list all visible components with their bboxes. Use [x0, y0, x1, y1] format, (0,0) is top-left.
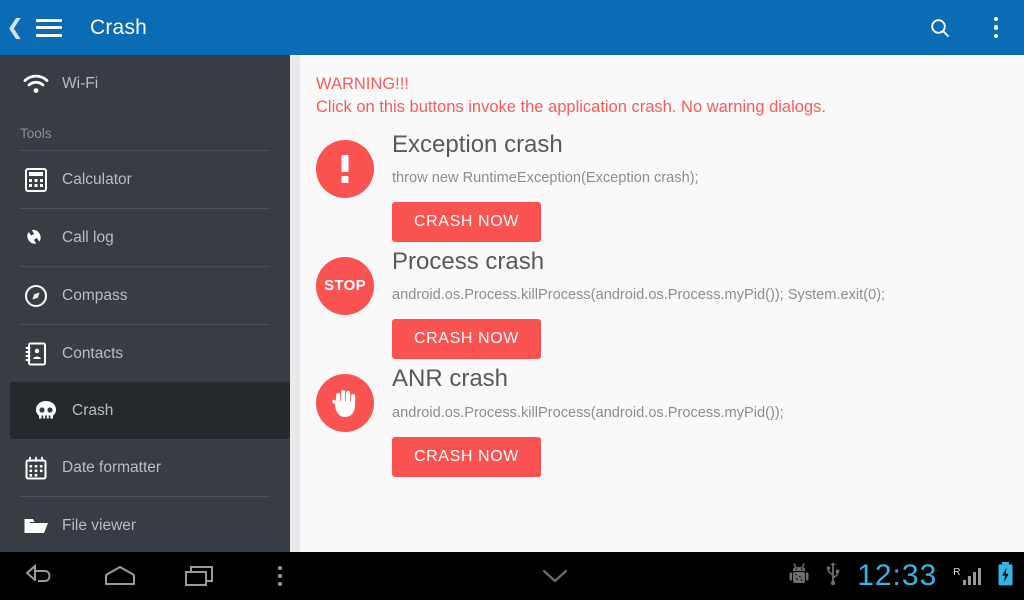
crash-item: Exception crash throw new RuntimeExcepti… [316, 130, 1024, 242]
sidebar-item-file-viewer[interactable]: File viewer [0, 497, 290, 552]
crash-title: Exception crash [392, 130, 563, 158]
system-navigation-bar: 12:33 R [0, 552, 1024, 600]
contacts-book-icon [10, 342, 62, 366]
calculator-icon [10, 167, 62, 192]
action-bar: ❮ Crash [0, 0, 1024, 55]
sidebar-item-calculator[interactable]: Calculator [0, 151, 290, 208]
home-icon[interactable] [80, 552, 160, 600]
crash-item: ANR crash android.os.Process.killProcess… [316, 365, 1024, 477]
wifi-icon [10, 73, 62, 95]
crash-title: Process crash [392, 247, 545, 275]
sidebar-item-label: Crash [72, 401, 114, 419]
calendar-icon [10, 456, 62, 480]
status-clock: 12:33 [857, 559, 938, 592]
sidebar-item-label: Contacts [62, 344, 124, 362]
phone-icon [10, 226, 62, 250]
sidebar-item-label: File viewer [62, 516, 137, 534]
chevron-down-icon[interactable] [515, 552, 595, 600]
crash-code: android.os.Process.killProcess(android.o… [392, 404, 784, 421]
warning-title: WARNING!!! [316, 75, 409, 93]
crash-now-button[interactable]: CRASH NOW [392, 201, 541, 242]
warning-text: Click on this buttons invoke the applica… [316, 97, 826, 116]
roaming-label: R [953, 567, 961, 578]
navbar-overflow-menu-icon[interactable] [240, 552, 320, 600]
hamburger-menu-icon[interactable] [26, 0, 72, 55]
skull-icon [20, 399, 72, 423]
crash-list: Exception crash throw new RuntimeExcepti… [316, 130, 1024, 477]
crash-now-button[interactable]: CRASH NOW [392, 319, 541, 360]
chevron-left-icon[interactable]: ❮ [4, 17, 26, 38]
sidebar-item-label: Date formatter [62, 458, 162, 476]
navigation-drawer: Wi-Fi Tools Calculator Call log Compass … [0, 55, 290, 552]
sidebar-item-crash[interactable]: Crash [10, 382, 290, 439]
sidebar-item-wifi[interactable]: Wi-Fi [0, 55, 290, 112]
folder-icon [10, 515, 62, 537]
search-icon[interactable] [912, 0, 968, 55]
crash-code: android.os.Process.killProcess(android.o… [392, 287, 886, 304]
crash-body: Exception crash throw new RuntimeExcepti… [392, 130, 1024, 242]
sidebar-item-call-log[interactable]: Call log [0, 209, 290, 266]
sidebar-item-label: Compass [62, 286, 128, 304]
stop-badge-label: STOP [324, 277, 366, 295]
crash-now-button[interactable]: CRASH NOW [392, 436, 541, 477]
crash-body: Process crash android.os.Process.killPro… [392, 247, 1024, 360]
drawer-scrollbar[interactable] [290, 55, 300, 552]
sidebar-item-contacts[interactable]: Contacts [0, 325, 290, 382]
battery-charging-icon [997, 561, 1014, 592]
compass-icon [10, 284, 62, 308]
status-icons: 12:33 R [789, 559, 1024, 593]
sidebar-item-compass[interactable]: Compass [0, 267, 290, 324]
sidebar-section-header: Tools [20, 126, 52, 141]
usb-icon [825, 562, 841, 591]
android-debug-icon [789, 562, 809, 591]
page-title: Crash [90, 15, 148, 39]
content-panel: WARNING!!! Click on this buttons invoke … [300, 55, 1024, 552]
sidebar-item-label: Call log [62, 228, 114, 246]
body-row: Wi-Fi Tools Calculator Call log Compass … [0, 55, 1024, 552]
sidebar-item-label: Wi-Fi [62, 74, 99, 92]
hand-palm-icon [316, 374, 374, 433]
crash-body: ANR crash android.os.Process.killProcess… [392, 365, 1024, 477]
crash-code: throw new RuntimeException(Exception cra… [392, 169, 699, 186]
stop-sign-icon: STOP [316, 256, 374, 315]
crash-title: ANR crash [392, 365, 509, 393]
back-arrow-icon[interactable] [0, 552, 80, 600]
sidebar-item-date-formatter[interactable]: Date formatter [0, 439, 290, 496]
recent-apps-icon[interactable] [160, 552, 240, 600]
exclamation-circle-icon [316, 139, 374, 198]
android-screen: ❮ Crash Wi-Fi Tools Calculator Call log … [0, 0, 1024, 600]
sidebar-item-label: Calculator [62, 170, 132, 188]
crash-item: STOP Process crash android.os.Process.ki… [316, 247, 1024, 360]
overflow-menu-icon[interactable] [968, 0, 1024, 55]
signal-bars-icon: R [953, 567, 981, 585]
